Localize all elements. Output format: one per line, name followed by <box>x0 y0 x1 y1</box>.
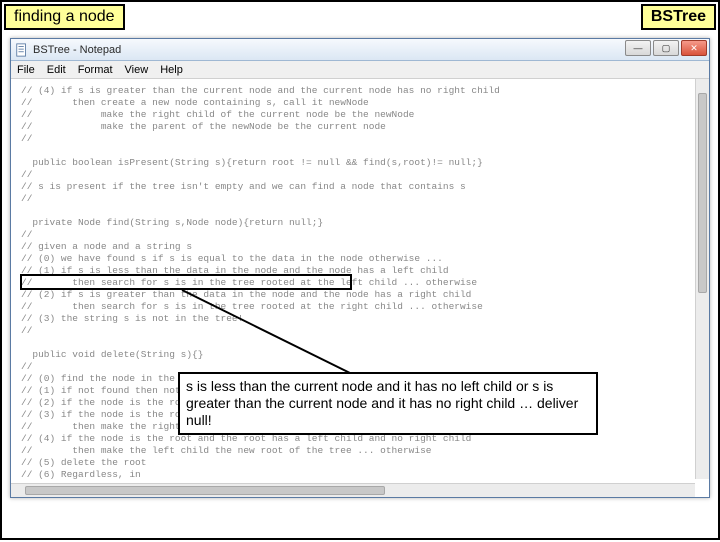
window-title: BSTree - Notepad <box>33 44 121 56</box>
menubar: File Edit Format View Help <box>11 61 709 79</box>
menu-help[interactable]: Help <box>160 64 183 76</box>
menu-file[interactable]: File <box>17 64 35 76</box>
close-button[interactable]: ✕ <box>681 40 707 56</box>
window-titlebar: BSTree - Notepad — ▢ ✕ <box>11 39 709 61</box>
menu-view[interactable]: View <box>125 64 149 76</box>
horizontal-scroll-thumb[interactable] <box>25 486 385 495</box>
highlight-box <box>20 274 352 290</box>
slide-title-left: finding a node <box>4 4 125 30</box>
menu-edit[interactable]: Edit <box>47 64 66 76</box>
callout-annotation: s is less than the current node and it h… <box>178 372 598 435</box>
vertical-scroll-thumb[interactable] <box>698 93 707 293</box>
menu-format[interactable]: Format <box>78 64 113 76</box>
minimize-button[interactable]: — <box>625 40 651 56</box>
slide-title-right: BSTree <box>641 4 716 30</box>
notepad-icon <box>15 43 29 57</box>
horizontal-scrollbar[interactable] <box>11 483 695 497</box>
vertical-scrollbar[interactable] <box>695 79 709 479</box>
maximize-button[interactable]: ▢ <box>653 40 679 56</box>
